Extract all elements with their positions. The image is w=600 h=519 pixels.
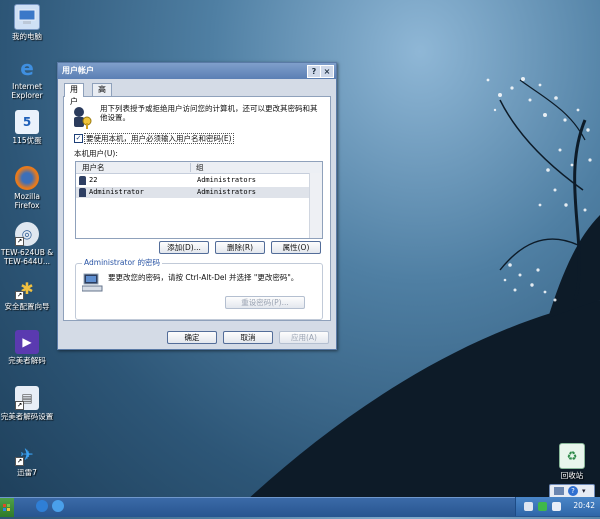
tab-advanced[interactable]: 高级 xyxy=(92,83,112,106)
desktop-icon-network-adapter[interactable]: ◎ ↗ TEW-624UB & TEW-644U... xyxy=(0,222,54,266)
thunder-icon: ✈ ↗ xyxy=(15,444,34,466)
user-row[interactable]: 22 Administrators xyxy=(76,175,309,186)
security-wizard-icon: ✱ ↗ xyxy=(15,278,34,300)
firefox-icon xyxy=(15,166,39,190)
column-header-group[interactable]: 组 xyxy=(196,163,204,172)
users-keys-icon xyxy=(74,107,92,129)
network-tray-icon[interactable] xyxy=(524,502,533,511)
quick-launch-browser-icon[interactable] xyxy=(52,500,64,512)
user-icon xyxy=(79,188,86,197)
desktop-icon-my-computer[interactable]: 我的电脑 xyxy=(0,4,54,41)
help-icon[interactable]: ? xyxy=(568,486,578,496)
user-accounts-dialog: 用户帐户 ? × 用户 高级 用下列表授予或拒绝用户访问您的计算机，还可以更改其… xyxy=(57,62,337,350)
shortcut-arrow-icon: ↗ xyxy=(15,237,24,246)
media-settings-icon: ▤ ↗ xyxy=(15,386,39,410)
ok-button[interactable]: 确定 xyxy=(167,331,217,344)
column-header-username[interactable]: 用户名 xyxy=(82,163,105,172)
network-adapter-icon: ◎ ↗ xyxy=(15,222,39,246)
password-groupbox: Administrator 的密码 要更改您的密码，请按 Ctrl-Alt-De… xyxy=(75,258,323,320)
internet-explorer-icon: e xyxy=(20,56,34,80)
tab-users[interactable]: 用户 xyxy=(64,83,84,106)
desktop-icon-recycle-bin[interactable]: ♻ 回收站 xyxy=(545,443,599,480)
password-group-title: Administrator 的密码 xyxy=(82,258,163,267)
password-instructions: 要更改您的密码，请按 Ctrl-Alt-Del 并选择 "更改密码"。 xyxy=(108,273,299,282)
desktop-icon-media-settings[interactable]: ▤ ↗ 完美者解码设置 xyxy=(0,386,54,421)
add-user-button[interactable]: 添加(D)... xyxy=(159,241,209,254)
dialog-title: 用户帐户 xyxy=(62,66,94,75)
help-button[interactable]: ? xyxy=(307,65,321,78)
user-name: 22 xyxy=(89,176,98,184)
user-group: Administrators xyxy=(197,176,257,184)
system-tray: 20:42 xyxy=(515,497,600,516)
desktop-icon-media-player[interactable]: ▶ 完美者解码 xyxy=(0,330,54,365)
shortcut-arrow-icon: ↗ xyxy=(15,401,24,410)
desktop-icon-firefox[interactable]: Mozilla Firefox xyxy=(0,166,54,210)
volume-tray-icon[interactable] xyxy=(552,502,561,511)
users-list-header: 用户名 组 xyxy=(76,162,322,174)
start-button[interactable] xyxy=(0,498,14,517)
cancel-button[interactable]: 取消 xyxy=(223,331,273,344)
desktop-icon-internet-explorer[interactable]: e Internet Explorer xyxy=(0,56,54,100)
apply-button[interactable]: 应用(A) xyxy=(279,331,329,344)
user-icon xyxy=(79,176,86,185)
windows-logo-icon xyxy=(3,504,10,511)
reset-password-button[interactable]: 重设密码(P)... xyxy=(225,296,305,309)
users-list[interactable]: 用户名 组 22 Administrators Administrator Ad… xyxy=(75,161,323,239)
desktop-icon-thunder[interactable]: ✈ ↗ 迅雷7 xyxy=(0,442,54,477)
update-tray-icon[interactable] xyxy=(538,502,547,511)
user-group: Administrators xyxy=(197,188,257,196)
close-button[interactable]: × xyxy=(320,65,334,78)
desktop-icon-security-wizard[interactable]: ✱ ↗ 安全配置向导 xyxy=(0,276,54,312)
media-player-icon: ▶ xyxy=(15,330,39,354)
dialog-description: 用下列表授予或拒绝用户访问您的计算机，还可以更改其密码和其他设置。 xyxy=(100,104,318,122)
taskbar xyxy=(0,497,600,517)
remove-user-button[interactable]: 删除(R) xyxy=(215,241,265,254)
computer-keyboard-icon xyxy=(82,273,103,292)
user-row-selected[interactable]: Administrator Administrators xyxy=(76,187,309,198)
local-users-label: 本机用户(U): xyxy=(74,149,118,158)
app-115-icon: 5 xyxy=(15,110,39,134)
user-name: Administrator xyxy=(89,188,144,196)
shortcut-arrow-icon: ↗ xyxy=(15,457,24,466)
keyboard-icon[interactable] xyxy=(554,487,564,495)
dropdown-icon[interactable]: ▾ xyxy=(582,487,586,495)
properties-button[interactable]: 属性(O) xyxy=(271,241,321,254)
dialog-titlebar[interactable]: 用户帐户 ? × xyxy=(58,63,336,79)
shortcut-arrow-icon: ↗ xyxy=(15,291,24,300)
require-login-checkbox[interactable]: ✓ xyxy=(74,134,83,143)
desktop-icon-115[interactable]: 5 115优蛋 xyxy=(0,110,54,145)
my-computer-icon xyxy=(14,4,40,30)
users-list-scrollbar[interactable] xyxy=(309,173,322,238)
quick-launch-ie-icon[interactable] xyxy=(36,500,48,512)
recycle-bin-icon: ♻ xyxy=(559,443,585,469)
require-login-label[interactable]: 要使用本机，用户必须输入用户名和密码(E) xyxy=(84,133,234,144)
clock[interactable]: 20:42 xyxy=(573,501,595,510)
